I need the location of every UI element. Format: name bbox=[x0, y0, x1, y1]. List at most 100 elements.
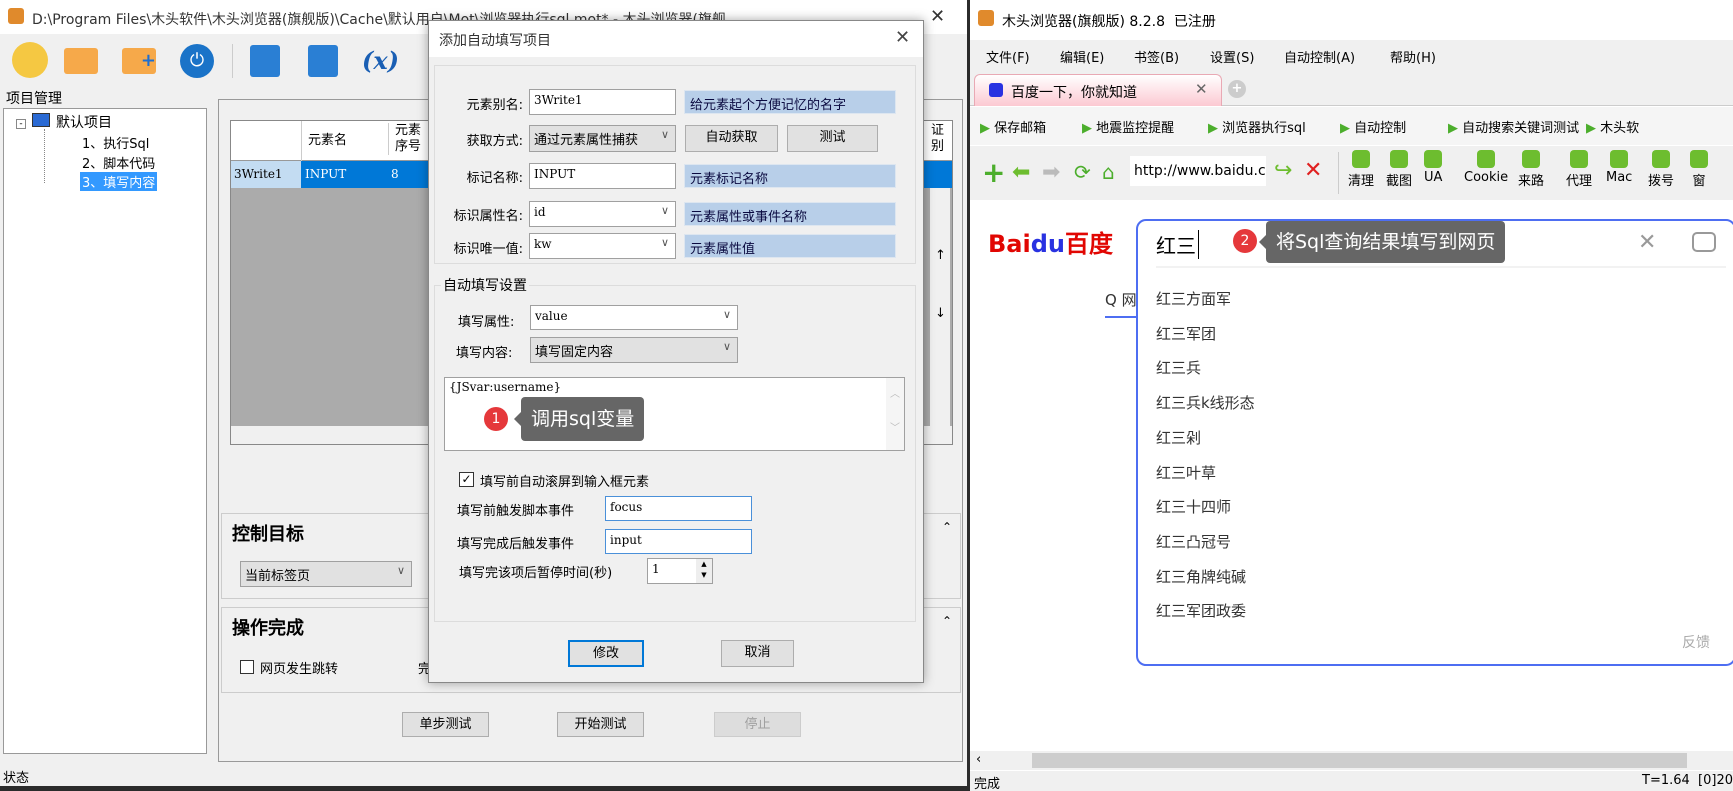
tool-button[interactable]: 截图 bbox=[1386, 150, 1412, 189]
feedback-link[interactable]: 反馈 bbox=[1682, 632, 1710, 652]
tab-baidu[interactable]: 百度一下，你就知道 ✕ bbox=[974, 74, 1222, 106]
clear-icon[interactable]: ✕ bbox=[1638, 230, 1656, 255]
tag-name-input[interactable]: INPUT bbox=[529, 163, 676, 189]
step-test-button[interactable]: 单步测试 bbox=[402, 712, 489, 737]
spinner-arrows-icon[interactable]: ▲ ▼ bbox=[696, 559, 712, 583]
tool-button[interactable]: 来路 bbox=[1518, 150, 1544, 189]
suggestion-item[interactable]: 红三军团政委 bbox=[1156, 600, 1246, 621]
capture-method-select[interactable]: 通过元素属性捕获 ∨ bbox=[529, 125, 676, 152]
auto-get-button[interactable]: 自动获取 bbox=[685, 125, 778, 152]
home-icon[interactable]: ⌂ bbox=[1102, 160, 1115, 184]
attr-name-select[interactable]: id ∨ bbox=[529, 201, 676, 227]
bookmark-item[interactable]: ▶ 自动控制 bbox=[1340, 117, 1406, 136]
pause-spinner[interactable]: 1 ▲ ▼ bbox=[647, 558, 713, 584]
menu-settings[interactable]: 设置(S) bbox=[1210, 47, 1254, 66]
stop-icon[interactable]: ✕ bbox=[1304, 158, 1322, 183]
tool-button[interactable]: 拨号 bbox=[1648, 150, 1674, 189]
bookmark-item[interactable]: ▶ 自动搜索关键词测试 bbox=[1448, 117, 1579, 136]
suggestion-item[interactable]: 红三剁 bbox=[1156, 427, 1201, 448]
redirect-checkbox[interactable] bbox=[240, 660, 254, 674]
suggestion-item[interactable]: 红三兵k线形态 bbox=[1156, 392, 1255, 413]
test-button[interactable]: 测试 bbox=[787, 125, 878, 152]
tree-root[interactable]: 默认项目 bbox=[56, 112, 112, 132]
save-icon[interactable] bbox=[250, 45, 280, 77]
suggestion-item[interactable]: 红三方面军 bbox=[1156, 288, 1231, 309]
open-folder-icon[interactable] bbox=[64, 48, 98, 74]
textarea-scrollbar[interactable]: ︿ ﹀ bbox=[886, 378, 904, 450]
save-as-icon[interactable] bbox=[308, 45, 338, 77]
modify-button[interactable]: 修改 bbox=[568, 640, 644, 667]
vertical-scrollbar[interactable]: ↑ ↓ bbox=[930, 188, 950, 428]
fill-attr-select[interactable]: value ∨ bbox=[530, 305, 738, 330]
camera-icon[interactable] bbox=[1692, 232, 1716, 252]
menu-edit[interactable]: 编辑(E) bbox=[1060, 47, 1104, 66]
collapse-section-icon[interactable]: ⌃ bbox=[942, 614, 952, 628]
scroll-down-icon[interactable]: ↓ bbox=[935, 306, 946, 321]
collapse-icon[interactable]: - bbox=[16, 119, 26, 129]
back-icon[interactable]: ⬅ bbox=[1012, 160, 1030, 185]
scroll-left-icon[interactable]: ‹ bbox=[976, 752, 981, 767]
autoscroll-checkbox[interactable]: ✓ bbox=[459, 472, 474, 487]
tool-button[interactable]: Cookie bbox=[1464, 150, 1508, 185]
page-icon: ▶ bbox=[1586, 121, 1596, 136]
bookmark-item[interactable]: ▶ 地震监控提醒 bbox=[1082, 117, 1174, 136]
suggestion-item[interactable]: 红三兵 bbox=[1156, 357, 1201, 378]
suggestion-item[interactable]: 红三军团 bbox=[1156, 323, 1216, 344]
scroll-thumb[interactable] bbox=[1032, 753, 1687, 768]
menu-file[interactable]: 文件(F) bbox=[986, 47, 1030, 66]
chevron-down-icon: ∨ bbox=[660, 236, 669, 249]
new-tab-icon[interactable]: + bbox=[1228, 80, 1246, 98]
browser-window: 木头浏览器(旗舰版) 8.2.8 已注册 文件(F) 编辑(E) 书签(B) 设… bbox=[970, 0, 1733, 791]
menu-help[interactable]: 帮助(H) bbox=[1390, 47, 1436, 66]
suggestion-item[interactable]: 红三十四师 bbox=[1156, 496, 1231, 517]
scroll-up-icon[interactable]: ↑ bbox=[935, 248, 946, 263]
horizontal-scrollbar[interactable]: ‹ bbox=[970, 751, 1733, 770]
go-icon[interactable]: ↪ bbox=[1274, 158, 1292, 183]
power-icon[interactable]: ⏻ bbox=[180, 44, 214, 78]
tree-item[interactable]: 2、脚本代码 bbox=[82, 153, 155, 172]
search-input[interactable]: 红三 bbox=[1156, 230, 1199, 259]
fill-content-select[interactable]: 填写固定内容 ∨ bbox=[530, 337, 738, 363]
tool-label: Mac bbox=[1606, 170, 1633, 185]
suggestion-item[interactable]: 红三叶草 bbox=[1156, 462, 1216, 483]
tool-button[interactable]: 代理 bbox=[1566, 150, 1592, 189]
chevron-down-icon: ∨ bbox=[396, 564, 405, 577]
menu-auto-control[interactable]: 自动控制(A) bbox=[1284, 47, 1355, 66]
before-event-input[interactable]: focus bbox=[605, 496, 752, 521]
refresh-icon[interactable]: ⟳ bbox=[1074, 160, 1091, 184]
forward-icon[interactable]: ➡ bbox=[1042, 160, 1060, 185]
tool-button[interactable]: 清理 bbox=[1348, 150, 1374, 189]
new-file-icon[interactable] bbox=[12, 42, 48, 78]
bookmark-label: 保存邮箱 bbox=[994, 121, 1047, 136]
suggestion-item[interactable]: 红三角牌纯碱 bbox=[1156, 566, 1246, 587]
bookmark-item[interactable]: ▶ 浏览器执行sql bbox=[1208, 117, 1306, 136]
bookmark-item[interactable]: ▶ 木头软 bbox=[1586, 117, 1639, 136]
url-input[interactable]: http://www.baidu.c bbox=[1130, 156, 1266, 186]
collapse-section-icon[interactable]: ⌃ bbox=[942, 520, 952, 534]
annotation-badge: 1 bbox=[484, 407, 508, 431]
add-folder-icon[interactable]: + bbox=[122, 48, 156, 74]
tree-item-selected[interactable]: 3、填写内容 bbox=[80, 172, 158, 191]
menu-bookmarks[interactable]: 书签(B) bbox=[1134, 47, 1179, 66]
cancel-button[interactable]: 取消 bbox=[721, 640, 794, 667]
tree-item[interactable]: 1、执行Sql bbox=[82, 133, 149, 152]
tool-icon bbox=[1522, 150, 1540, 168]
tool-button[interactable]: 窗 bbox=[1690, 150, 1708, 189]
close-icon[interactable]: ✕ bbox=[930, 6, 945, 27]
search-tab-fragment[interactable]: Q 网 bbox=[1105, 289, 1137, 310]
control-target-select[interactable]: 当前标签页 ∨ bbox=[240, 561, 412, 587]
unique-value-select[interactable]: kw ∨ bbox=[529, 233, 676, 259]
variable-icon[interactable]: (x) bbox=[362, 46, 399, 75]
start-test-button[interactable]: 开始测试 bbox=[557, 712, 644, 737]
bookmark-item[interactable]: ▶ 保存邮箱 bbox=[980, 117, 1046, 136]
stop-button[interactable]: 停止 bbox=[714, 712, 801, 737]
tool-button[interactable]: Mac bbox=[1606, 150, 1632, 185]
close-icon[interactable]: ✕ bbox=[895, 27, 910, 48]
cell-alias: 3Write1 bbox=[231, 161, 301, 188]
tab-close-icon[interactable]: ✕ bbox=[1195, 80, 1208, 98]
alias-input[interactable]: 3Write1 bbox=[529, 89, 676, 115]
suggestion-item[interactable]: 红三凸冠号 bbox=[1156, 531, 1231, 552]
add-icon[interactable]: + bbox=[982, 156, 1005, 189]
after-event-input[interactable]: input bbox=[605, 529, 752, 554]
tool-button[interactable]: UA bbox=[1424, 150, 1442, 185]
